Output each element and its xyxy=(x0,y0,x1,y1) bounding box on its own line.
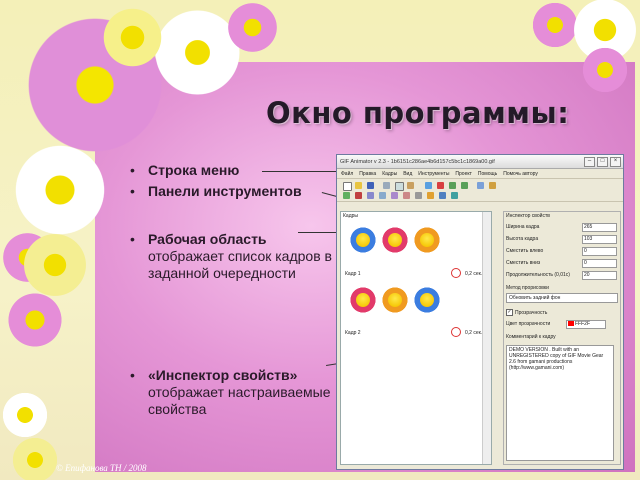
bullet-item: Рабочая областьотображает список кадров … xyxy=(130,231,340,282)
transparency-label: Прозрачность xyxy=(515,309,548,316)
bullet-bold-text: «Инспектор свойств» xyxy=(148,367,298,383)
transparency-color-value: FFF2F xyxy=(575,321,590,327)
export-icon[interactable] xyxy=(451,192,458,199)
frame-2-label: Кадр 2 xyxy=(345,330,361,336)
flower-decoration xyxy=(5,290,65,350)
menu-item-edit[interactable]: Правка xyxy=(359,171,376,177)
frames-panel: Кадры Кадр 1 0,2 сек. Кадр 2 0,2 сек. xyxy=(340,211,492,465)
open-icon[interactable] xyxy=(355,182,362,189)
transparency-color-picker[interactable]: FFF2F xyxy=(566,320,606,329)
frame-2-image[interactable] xyxy=(379,284,411,316)
frame-height-input[interactable]: 103 xyxy=(582,235,617,244)
frame-2-delay: 0,2 сек. xyxy=(465,330,483,336)
offset-left-input[interactable]: 0 xyxy=(582,247,617,256)
comment-label: Комментарий к кадру xyxy=(506,334,556,340)
bullet-item: «Инспектор свойств»отображает настраивае… xyxy=(130,367,340,418)
menu-item-file[interactable]: Файл xyxy=(341,171,353,177)
maximize-icon[interactable]: □ xyxy=(597,156,608,167)
menu-item-tools[interactable]: Инструменты xyxy=(418,171,449,177)
frame-2-image[interactable] xyxy=(411,284,443,316)
slide-title: Окно программы: xyxy=(266,96,570,130)
flower-decoration xyxy=(100,5,165,70)
frame-1-image[interactable] xyxy=(379,224,411,256)
frames-scrollbar[interactable] xyxy=(482,212,491,464)
delay-clock-icon[interactable] xyxy=(451,268,461,278)
move-down-icon[interactable] xyxy=(461,182,468,189)
offset-down-input[interactable]: 0 xyxy=(582,259,617,268)
method-label: Метод прорисовки xyxy=(506,285,549,291)
reverse-icon[interactable] xyxy=(439,192,446,199)
menu-item-project[interactable]: Проект xyxy=(455,171,471,177)
bullet-bold-text: Панели инструментов xyxy=(148,183,302,199)
copy-icon[interactable] xyxy=(395,182,404,191)
stop-icon[interactable] xyxy=(355,192,362,199)
menu-bar: Файл Правка Кадры Вид Инструменты Проект… xyxy=(337,169,623,179)
flower-decoration xyxy=(0,390,50,440)
flip-icon[interactable] xyxy=(379,192,386,199)
close-icon[interactable]: × xyxy=(610,156,621,167)
move-up-icon[interactable] xyxy=(449,182,456,189)
inspector-header: Инспектор свойств xyxy=(506,213,550,219)
transparency-checkbox[interactable]: ✓ xyxy=(506,309,513,316)
slide-background: Окно программы: Строка меню Панели инстр… xyxy=(0,0,640,480)
crop-icon[interactable] xyxy=(403,192,410,199)
delete-frame-icon[interactable] xyxy=(437,182,444,189)
color-swatch xyxy=(568,321,574,327)
play-icon[interactable] xyxy=(343,192,350,199)
pointer-line xyxy=(262,171,340,172)
copyright-text: © Епифанова ТН / 2008 xyxy=(56,463,147,473)
menu-item-help[interactable]: Помощь xyxy=(478,171,497,177)
frame-1-image[interactable] xyxy=(347,224,379,256)
bullet-item: Панели инструментов xyxy=(130,183,302,200)
resize-icon[interactable] xyxy=(391,192,398,199)
save-icon[interactable] xyxy=(367,182,374,189)
frame-width-input[interactable]: 265 xyxy=(582,223,617,232)
toolbar xyxy=(337,179,623,202)
bullet-sub-text: отображает список кадров в заданной очер… xyxy=(148,248,332,281)
bullet-bold-text: Рабочая область xyxy=(148,231,267,247)
delay-clock-icon[interactable] xyxy=(451,327,461,337)
window-title: GIF Animator v 2.3 - 1b6151c286ae4b6d157… xyxy=(340,158,495,165)
frame-2-image[interactable] xyxy=(347,284,379,316)
flower-decoration xyxy=(10,140,110,240)
bullet-item: Строка меню xyxy=(130,162,239,179)
method-select[interactable]: Обновить задний фон xyxy=(506,293,618,303)
flower-decoration xyxy=(225,0,280,55)
frame-1-image[interactable] xyxy=(411,224,443,256)
bullet-bold-text: Строка меню xyxy=(148,162,240,178)
comment-textarea[interactable]: DEMO VERSION . Built with an UNREGISTERE… xyxy=(506,345,614,461)
transparency-row: ✓ Прозрачность xyxy=(506,309,616,316)
duration-input[interactable]: 20 xyxy=(582,271,617,280)
preview-icon[interactable] xyxy=(477,182,484,189)
app-window: GIF Animator v 2.3 - 1b6151c286ae4b6d157… xyxy=(336,154,624,470)
paste-icon[interactable] xyxy=(407,182,414,189)
flower-decoration xyxy=(10,435,60,480)
property-inspector: Инспектор свойств Ширина кадра 265 Высот… xyxy=(503,211,621,465)
menu-item-frames[interactable]: Кадры xyxy=(382,171,397,177)
window-titlebar: GIF Animator v 2.3 - 1b6151c286ae4b6d157… xyxy=(337,155,623,169)
menu-item-support[interactable]: Помочь автору xyxy=(503,171,538,177)
frames-header: Кадры xyxy=(343,213,358,219)
new-icon[interactable] xyxy=(343,182,352,191)
add-frame-icon[interactable] xyxy=(425,182,432,189)
optimize-icon[interactable] xyxy=(489,182,496,189)
rotate-icon[interactable] xyxy=(367,192,374,199)
effects-icon[interactable] xyxy=(427,192,434,199)
flower-decoration xyxy=(580,45,630,95)
bullet-sub-text: отображает настраиваемые свойства xyxy=(148,384,331,417)
menu-item-view[interactable]: Вид xyxy=(403,171,412,177)
frame-1-label: Кадр 1 xyxy=(345,271,361,277)
text-icon[interactable] xyxy=(415,192,422,199)
minimize-icon[interactable]: – xyxy=(584,156,595,167)
frame-1-delay: 0,2 сек. xyxy=(465,271,483,277)
cut-icon[interactable] xyxy=(383,182,390,189)
